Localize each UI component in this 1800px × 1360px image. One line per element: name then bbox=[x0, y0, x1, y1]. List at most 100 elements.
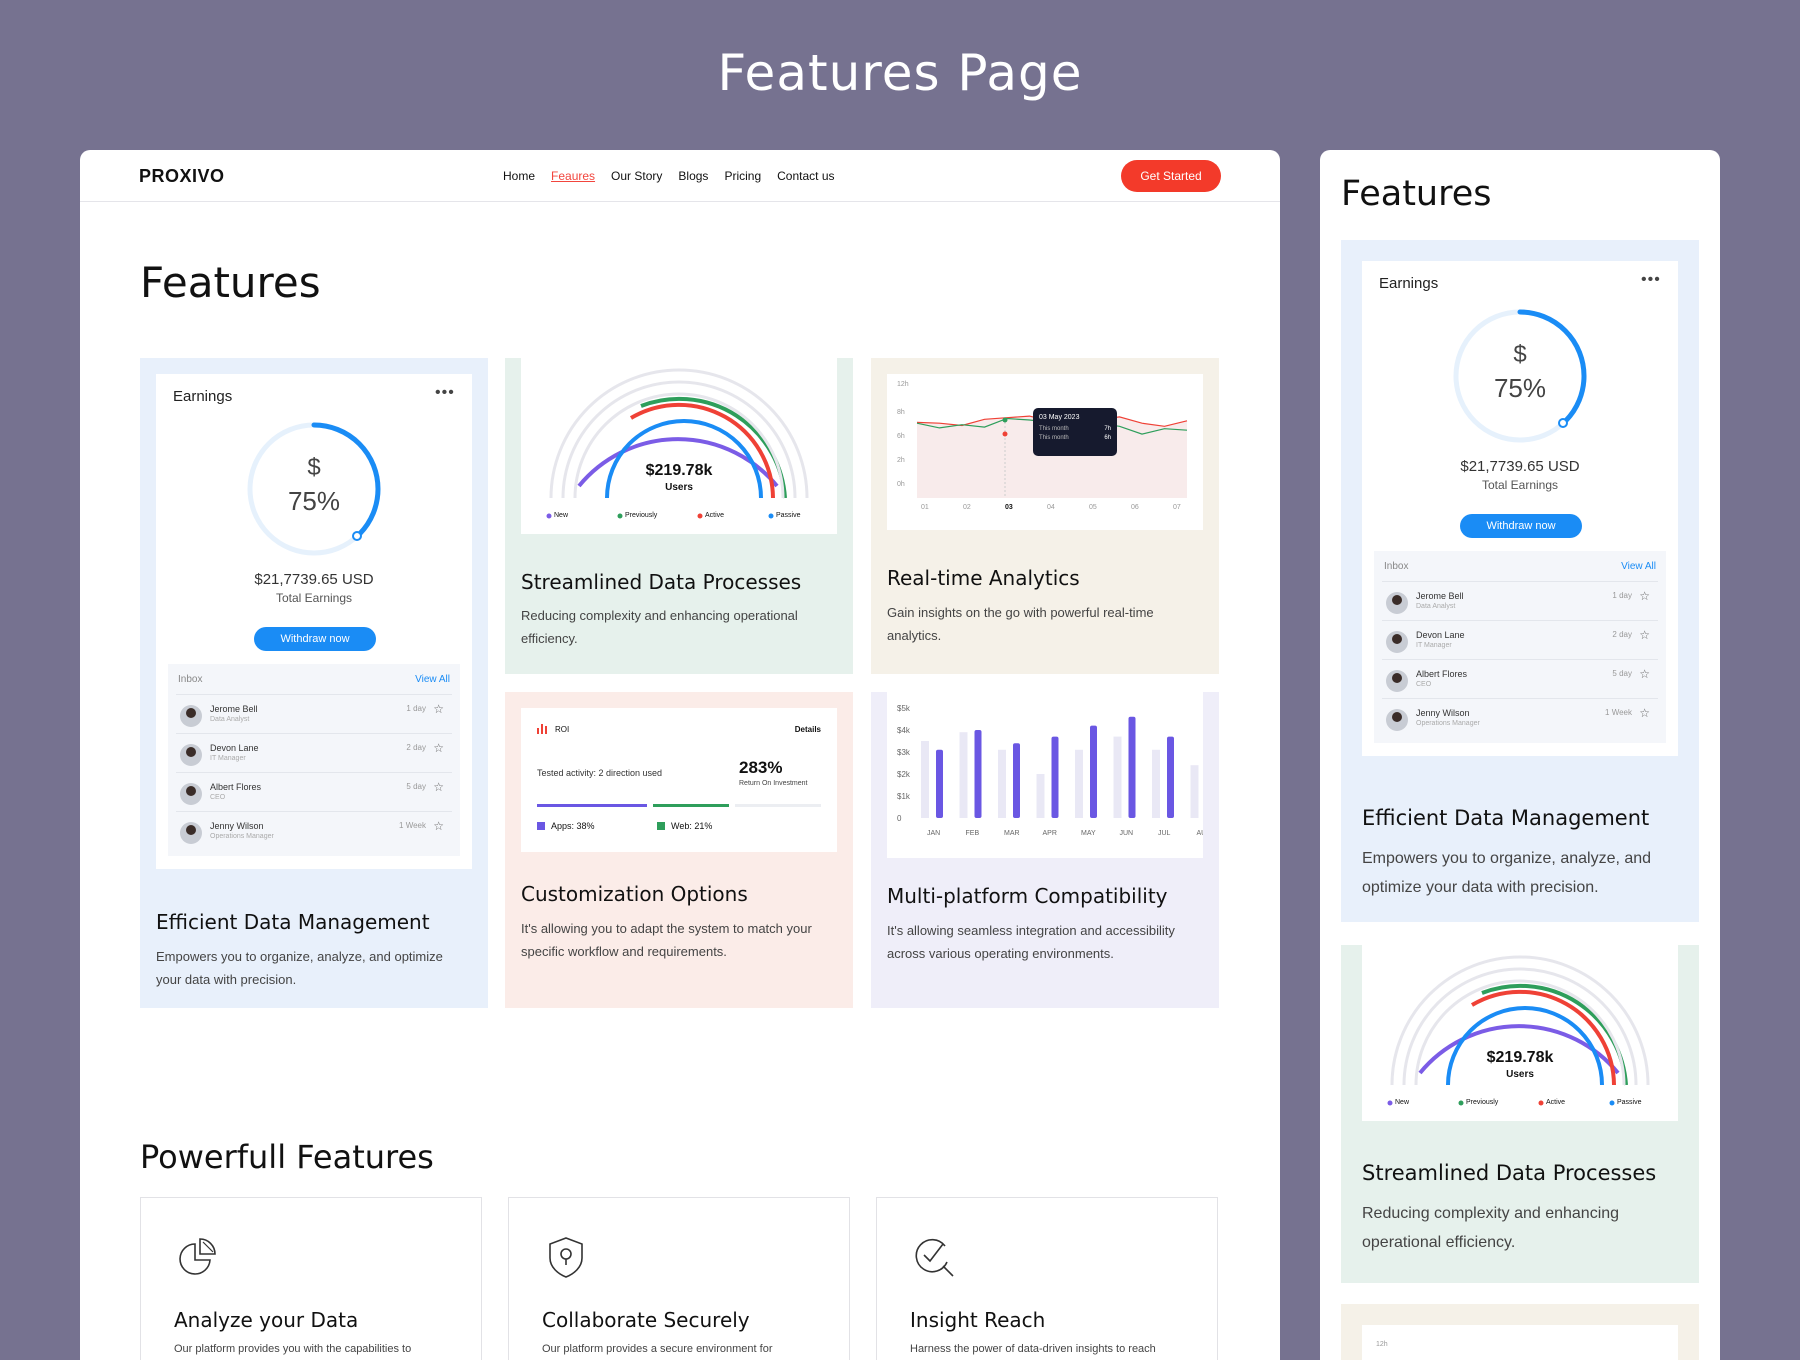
y-tick-label: 2h bbox=[897, 457, 905, 464]
gauge-widget: $219.78k Users New Previously Active Pas… bbox=[521, 358, 837, 534]
inbox-panel: Inbox View All Jerome Bell Data Analyst 1 … bbox=[1374, 551, 1666, 743]
bar-background bbox=[959, 732, 968, 818]
apps-progress bbox=[537, 804, 647, 807]
apps-label: Apps: 38% bbox=[551, 821, 595, 831]
contact-role: Data Analyst bbox=[210, 716, 250, 723]
x-tick-label: MAR bbox=[1004, 830, 1020, 837]
withdraw-button[interactable]: Withdraw now bbox=[1460, 514, 1582, 538]
inbox-row[interactable]: Jerome Bell Data Analyst 1 day ☆ bbox=[176, 694, 452, 732]
contact-name: Jenny Wilson bbox=[1416, 708, 1470, 718]
x-tick-label: FEB bbox=[966, 830, 980, 837]
card-customization: ROI Details Tested activity: 2 direction… bbox=[505, 692, 853, 1008]
card-title: Multi-platform Compatibility bbox=[887, 884, 1168, 908]
x-tick-label: JUL bbox=[1158, 830, 1171, 837]
more-icon[interactable]: ••• bbox=[1641, 271, 1661, 289]
star-icon[interactable]: ☆ bbox=[1639, 706, 1650, 720]
pie-chart-icon bbox=[179, 1238, 216, 1275]
contact-name: Albert Flores bbox=[1416, 669, 1468, 679]
bar-background bbox=[921, 741, 929, 818]
contact-role: IT Manager bbox=[210, 755, 246, 762]
star-icon[interactable]: ☆ bbox=[1639, 589, 1650, 603]
card-desc: Empowers you to organize, analyze, and op… bbox=[1362, 850, 1652, 896]
x-tick-label: MAY bbox=[1081, 830, 1096, 837]
tooltip-row: This month 6h bbox=[1039, 435, 1111, 441]
feature-desc: Our platform provides a secure environme… bbox=[542, 1343, 773, 1355]
contact-name: Devon Lane bbox=[210, 743, 259, 753]
mobile-features-heading: Features bbox=[1341, 174, 1492, 214]
bar bbox=[936, 749, 943, 818]
view-all-link[interactable]: View All bbox=[415, 674, 450, 685]
card-title: Efficient Data Management bbox=[156, 910, 430, 934]
avatar bbox=[1386, 670, 1408, 692]
feature-title: Insight Reach bbox=[910, 1308, 1046, 1332]
contact-time: 5 day bbox=[406, 782, 426, 791]
star-icon[interactable]: ☆ bbox=[1639, 628, 1650, 642]
inbox-row[interactable]: Albert Flores CEO 5 day ☆ bbox=[1382, 659, 1658, 697]
bar bbox=[1013, 743, 1020, 818]
card-title: Streamlined Data Processes bbox=[521, 570, 802, 594]
card-efficient-data: Earnings ••• $ 75% $21,7739.65 USD Total… bbox=[140, 358, 488, 1008]
nav-item-pricing[interactable]: Pricing bbox=[724, 169, 761, 183]
contact-time: 2 day bbox=[1612, 630, 1632, 639]
line-chart-widget: 12h bbox=[1362, 1325, 1678, 1360]
y-tick-label: 12h bbox=[897, 381, 909, 388]
contact-time: 1 day bbox=[1612, 591, 1632, 600]
earnings-subtitle: Total Earnings bbox=[275, 591, 353, 605]
contact-name: Jenny Wilson bbox=[210, 821, 264, 831]
gauge-label: Users bbox=[665, 482, 693, 493]
nav-item-contact[interactable]: Contact us bbox=[777, 169, 834, 183]
y-tick-label: $3k bbox=[897, 748, 911, 757]
x-tick-label: 02 bbox=[963, 504, 971, 511]
legend-previously: Previously bbox=[625, 512, 658, 519]
avatar bbox=[180, 822, 202, 844]
y-tick-label: $2k bbox=[897, 770, 911, 779]
x-tick-label: 04 bbox=[1047, 504, 1055, 511]
inbox-row[interactable]: Albert Flores CEO 5 day ☆ bbox=[176, 772, 452, 810]
bar-chart-icon bbox=[537, 724, 547, 734]
inbox-row[interactable]: Devon Lane IT Manager 2 day ☆ bbox=[1382, 620, 1658, 658]
apps-swatch bbox=[537, 822, 545, 830]
star-icon[interactable]: ☆ bbox=[433, 741, 444, 755]
nav-item-blogs[interactable]: Blogs bbox=[678, 169, 708, 183]
withdraw-button[interactable]: Withdraw now bbox=[254, 627, 376, 651]
avatar bbox=[1386, 592, 1408, 614]
mobile-card-realtime-partial: 12h bbox=[1341, 1304, 1699, 1360]
tooltip-date: 03 May 2023 bbox=[1039, 414, 1080, 421]
earnings-widget: Earnings ••• $ 75% $21,7739.65 USD Total… bbox=[156, 374, 472, 869]
details-link[interactable]: Details bbox=[795, 725, 821, 734]
x-tick-label: 01 bbox=[921, 504, 929, 511]
desktop-mockup: PROXIVO Home Feaures Our Story Blogs Pri… bbox=[80, 150, 1280, 1360]
logo[interactable]: PROXIVO bbox=[139, 166, 225, 187]
earnings-amount: $21,7739.65 USD bbox=[1460, 458, 1580, 475]
hover-point bbox=[1002, 431, 1008, 437]
star-icon[interactable]: ☆ bbox=[1639, 667, 1650, 681]
feature-collaborate: Collaborate Securely Our platform provid… bbox=[508, 1197, 850, 1360]
avatar bbox=[1386, 631, 1408, 653]
feature-analyze: Analyze your Data Our platform provides … bbox=[140, 1197, 482, 1360]
card-streamlined: $219.78k Users New Previously Active Pas… bbox=[505, 358, 853, 674]
inbox-row[interactable]: Devon Lane IT Manager 2 day ☆ bbox=[176, 733, 452, 771]
contact-name: Jerome Bell bbox=[210, 704, 258, 714]
feature-desc: Harness the power of data-driven insight… bbox=[910, 1343, 1156, 1355]
inbox-row[interactable]: Jerome Bell Data Analyst 1 day ☆ bbox=[1382, 581, 1658, 619]
star-icon[interactable]: ☆ bbox=[433, 780, 444, 794]
roi-value-label: Return On Investment bbox=[739, 780, 808, 787]
nav-item-features[interactable]: Feaures bbox=[551, 169, 595, 183]
more-icon[interactable]: ••• bbox=[435, 384, 455, 402]
nav-item-our-story[interactable]: Our Story bbox=[611, 169, 662, 183]
inbox-row[interactable]: Jenny Wilson Operations Manager 1 Week ☆ bbox=[1382, 698, 1658, 736]
top-nav: PROXIVO Home Feaures Our Story Blogs Pri… bbox=[80, 150, 1280, 202]
earnings-label: Earnings bbox=[1379, 275, 1439, 292]
page-title: Features Page bbox=[717, 44, 1083, 102]
line-chart-widget: 12h 8h 6h 2h 0h 01 02 03 04 05 06 07 03 May 2023 Th… bbox=[887, 374, 1203, 530]
nav-item-home[interactable]: Home bbox=[503, 169, 535, 183]
contact-time: 5 day bbox=[1612, 669, 1632, 678]
x-tick-label: 03 bbox=[1005, 504, 1013, 511]
inbox-row[interactable]: Jenny Wilson Operations Manager 1 Week ☆ bbox=[176, 811, 452, 849]
currency-symbol: $ bbox=[1513, 341, 1527, 368]
star-icon[interactable]: ☆ bbox=[433, 819, 444, 833]
view-all-link[interactable]: View All bbox=[1621, 561, 1656, 572]
get-started-button[interactable]: Get Started bbox=[1121, 160, 1221, 192]
nav-menu: Home Feaures Our Story Blogs Pricing Con… bbox=[503, 169, 835, 183]
star-icon[interactable]: ☆ bbox=[433, 702, 444, 716]
